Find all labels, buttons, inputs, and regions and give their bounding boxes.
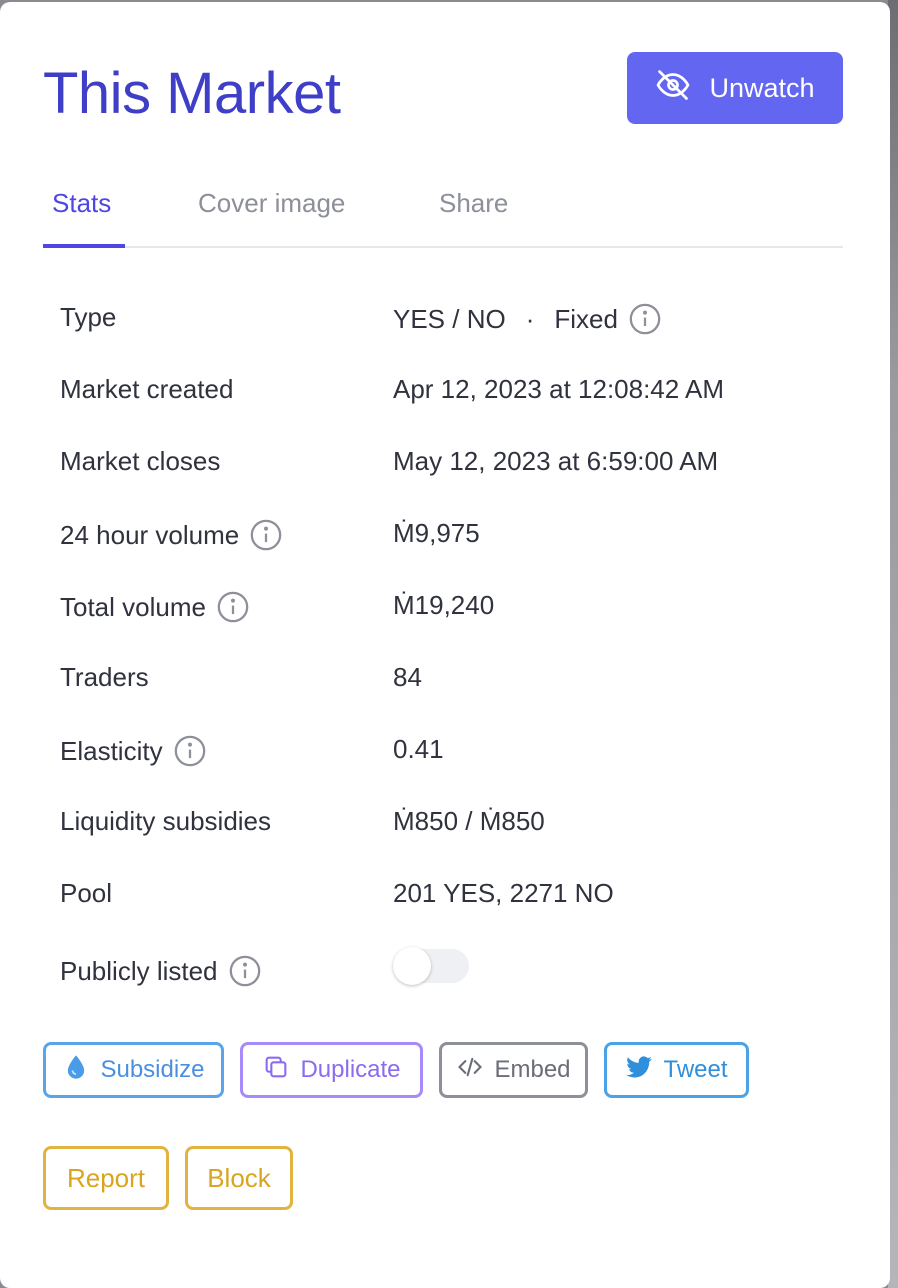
twitter-bird-icon (625, 1053, 653, 1088)
market-type-value: YES / NO (393, 303, 506, 334)
stat-label: 24 hour volume (60, 519, 240, 550)
stat-label: Total volume (60, 591, 206, 622)
tab-cover-image[interactable]: Cover image (198, 188, 345, 219)
toggle-knob (393, 947, 431, 985)
separator-dot: · (525, 303, 535, 334)
stat-row-elasticity: Elasticity 0.41 (60, 734, 840, 774)
droplet-icon (62, 1053, 90, 1088)
report-label: Report (66, 1162, 146, 1193)
block-label: Block (207, 1162, 271, 1193)
stat-label: Liquidity subsidies (60, 806, 272, 836)
duplicate-icon (262, 1053, 290, 1088)
subsidize-label: Subsidize (100, 1056, 205, 1083)
stat-label: Traders (60, 662, 149, 692)
tweet-button[interactable]: Tweet (604, 1042, 749, 1098)
code-icon (456, 1053, 484, 1088)
stat-value: Ṁ9,975 (393, 518, 480, 548)
active-tab-indicator (43, 244, 125, 248)
stat-label-group: Publicly listed (60, 954, 262, 988)
stat-label: Market closes (60, 446, 221, 476)
stat-value: 84 (393, 662, 422, 692)
stat-value: Ṁ19,240 (393, 590, 495, 620)
embed-button[interactable]: Embed (439, 1042, 588, 1098)
duplicate-button[interactable]: Duplicate (240, 1042, 423, 1098)
stat-label: Elasticity (60, 735, 163, 766)
stat-row-closes: Market closes May 12, 2023 at 6:59:00 AM (60, 446, 840, 486)
stat-label: Market created (60, 374, 234, 404)
stat-label: Pool (60, 878, 113, 908)
duplicate-label: Duplicate (300, 1056, 401, 1083)
market-info-modal: This Market Unwatch Stats Cover image Sh… (0, 2, 890, 1288)
info-icon[interactable] (173, 734, 207, 768)
stat-row-type: Type YES / NO · Fixed (60, 302, 840, 342)
tweet-label: Tweet (663, 1056, 728, 1083)
info-icon[interactable] (216, 590, 250, 624)
stat-label-group: Elasticity (60, 734, 207, 768)
stat-label: Type (60, 302, 117, 332)
info-icon[interactable] (249, 518, 283, 552)
stat-value: 201 YES, 2271 NO (393, 878, 614, 908)
embed-label: Embed (494, 1056, 571, 1083)
tab-share[interactable]: Share (439, 188, 508, 219)
modal-title: This Market (43, 61, 341, 126)
mechanism-value: Fixed (554, 303, 618, 334)
stat-label-group: 24 hour volume (60, 518, 283, 552)
info-icon[interactable] (228, 954, 262, 988)
stat-row-publicly-listed: Publicly listed (60, 947, 840, 994)
unwatch-label: Unwatch (709, 72, 815, 103)
publicly-listed-toggle[interactable] (393, 947, 469, 985)
unwatch-button[interactable]: Unwatch (627, 52, 843, 124)
info-icon[interactable] (628, 302, 662, 336)
stat-row-total-volume: Total volume Ṁ19,240 (60, 590, 840, 630)
stat-row-traders: Traders 84 (60, 662, 840, 702)
stat-value (393, 947, 469, 985)
eye-off-icon (655, 67, 691, 110)
report-button[interactable]: Report (43, 1146, 169, 1210)
stat-value: Apr 12, 2023 at 12:08:42 AM (393, 374, 725, 404)
tab-bar: Stats Cover image Share (43, 180, 843, 248)
stat-value: YES / NO · Fixed (393, 302, 662, 336)
stat-label-group: Total volume (60, 590, 250, 624)
stat-value: May 12, 2023 at 6:59:00 AM (393, 446, 719, 476)
subsidize-button[interactable]: Subsidize (43, 1042, 224, 1098)
stat-value: 0.41 (393, 734, 444, 764)
block-button[interactable]: Block (185, 1146, 293, 1210)
tab-stats[interactable]: Stats (52, 188, 111, 219)
stat-row-liquidity: Liquidity subsidies Ṁ850 / Ṁ850 (60, 806, 840, 846)
stat-label: Publicly listed (60, 955, 218, 986)
stat-row-pool: Pool 201 YES, 2271 NO (60, 878, 840, 918)
stat-row-created: Market created Apr 12, 2023 at 12:08:42 … (60, 374, 840, 414)
stat-row-volume24: 24 hour volume Ṁ9,975 (60, 518, 840, 558)
stat-value: Ṁ850 / Ṁ850 (393, 806, 545, 836)
